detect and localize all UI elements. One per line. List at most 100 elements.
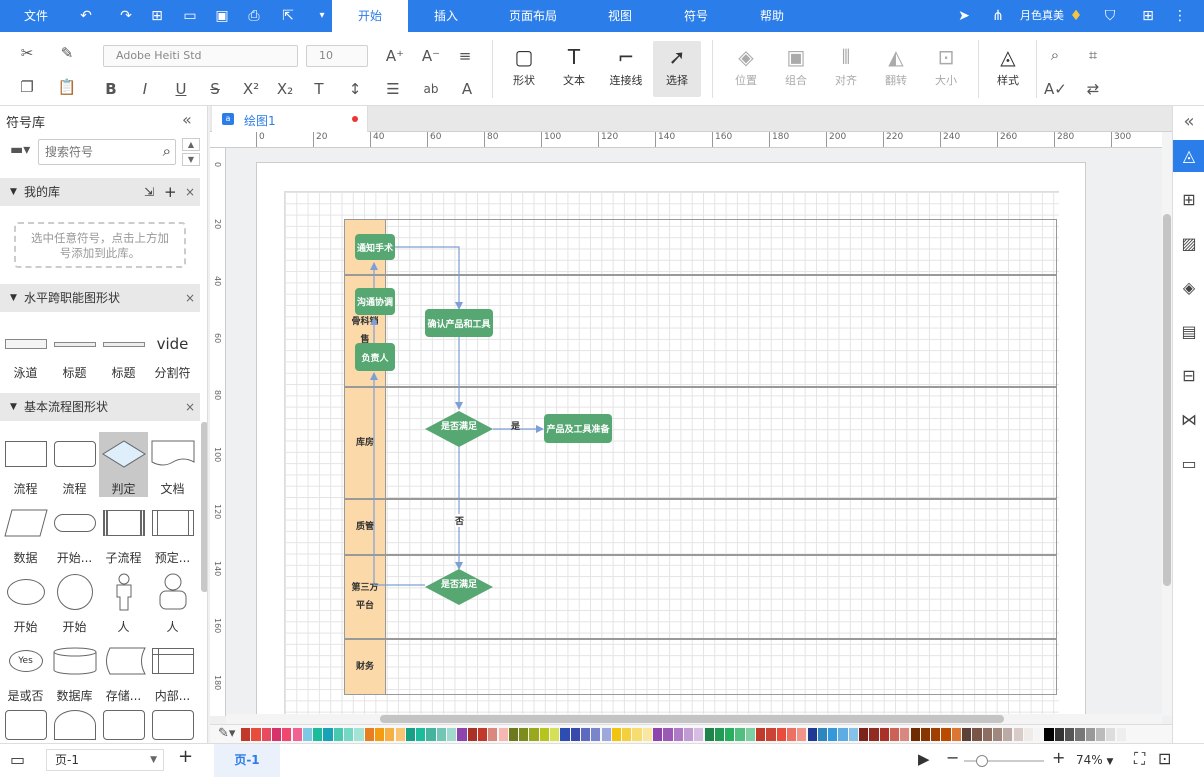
color-swatch[interactable] [786,728,797,741]
color-swatch[interactable] [694,728,704,741]
drawing-page[interactable]: 医院 骨科销售 库房 质管 第三方平台 财务 通知手术 沟通协调 负责人 确认产… [256,162,1086,722]
crop-icon[interactable]: ⌗ [1082,44,1104,66]
color-swatch[interactable] [982,728,992,741]
undo-icon[interactable]: ↶ [76,6,96,26]
color-swatch[interactable] [879,728,889,741]
symbol-search-input[interactable] [39,140,149,164]
scroll-up-button[interactable]: ▲ [182,138,200,151]
shape-start-ellipse[interactable]: 开始 [1,570,50,635]
style-tool[interactable]: ◬ 样式 [988,44,1028,88]
color-swatch[interactable] [508,728,519,741]
fill-style-icon[interactable]: ◬ [1173,140,1204,172]
color-swatch[interactable] [241,728,251,741]
color-swatch[interactable] [395,728,405,741]
close-icon[interactable]: × [185,178,195,206]
shape-circle[interactable] [54,710,96,740]
color-swatch[interactable] [1034,728,1044,741]
shape-process[interactable]: 流程 [1,432,50,497]
node-prepare-products[interactable]: 产品及工具准备 [544,414,612,443]
flip-tool[interactable]: ◭ 翻转 [876,44,916,88]
shape-subprocess[interactable]: 子流程 [99,501,148,566]
connector-tool[interactable]: ⌐ 连接线 [604,44,648,88]
color-swatch[interactable] [457,728,467,741]
shape-person[interactable]: 人 [99,570,148,635]
shape-document[interactable]: 文档 [148,432,197,497]
zoom-slider-track[interactable] [964,755,1044,767]
color-swatch[interactable] [560,728,570,741]
text-align-icon[interactable]: ≡ [454,45,476,67]
horizontal-scrollbar-thumb[interactable] [380,715,1004,723]
fit-page-icon[interactable]: ⛶ [1134,749,1145,769]
fill-pen-icon[interactable]: ✎▾ [218,726,235,741]
color-swatch[interactable] [405,728,416,741]
color-swatch[interactable] [374,728,385,741]
library-menu-icon[interactable]: ▬▾ [10,142,30,158]
presentation-icon[interactable]: ▭ [1173,448,1204,480]
color-swatch[interactable] [1003,728,1013,741]
bullet-list-icon[interactable]: ☰ [382,78,404,100]
color-swatch[interactable] [611,728,622,741]
color-swatch[interactable] [416,728,426,741]
user-name[interactable]: 月色真美 [1016,0,1068,32]
text-style-icon[interactable]: T [308,78,330,100]
color-swatch[interactable] [931,728,941,741]
import-icon[interactable]: ⇲ [144,178,154,206]
shape-stored-data[interactable]: 存储... [99,639,148,704]
color-swatch[interactable] [1075,728,1085,741]
color-swatch[interactable] [570,728,580,741]
color-swatch[interactable] [1085,728,1095,741]
panel-scrollbar[interactable] [201,422,207,592]
color-swatch[interactable] [333,728,343,741]
color-swatch[interactable] [776,728,786,741]
shape-title-2[interactable]: 标题 [99,324,148,381]
shape-decision[interactable]: 判定 [99,432,148,497]
node-coordinate[interactable]: 沟通协调 [355,288,395,315]
color-swatch[interactable] [1023,728,1034,741]
page-view-icon[interactable]: ▭ [10,750,25,769]
color-swatch[interactable] [859,728,869,741]
color-swatch[interactable] [344,728,354,741]
shape-predefined[interactable]: 预定... [148,501,197,566]
image-icon[interactable]: ▨ [1173,228,1204,260]
color-swatch[interactable] [756,728,766,741]
node-responsible[interactable]: 负责人 [355,343,395,371]
color-swatch[interactable] [817,728,828,741]
edge-notify-to-confirm[interactable] [394,246,463,310]
shape-divider[interactable]: vide 分割符 [148,324,197,381]
apps-grid-icon[interactable]: ⊞ [1138,6,1158,26]
send-icon[interactable]: ➤ [954,6,974,26]
font-color-icon[interactable]: A [456,78,478,100]
zoom-level[interactable]: 74% ▼ [1076,753,1113,767]
data-icon[interactable]: ⊟ [1173,360,1204,392]
font-increase-icon[interactable]: A⁺ [384,45,406,67]
tab-page-layout[interactable]: 页面布局 [500,0,566,32]
menu-more-icon[interactable]: ⋮ [1170,6,1190,26]
tab-insert[interactable]: 插入 [418,0,474,32]
search-icon[interactable]: ⌕ [163,142,171,160]
color-swatch[interactable] [1095,728,1106,741]
skin-icon[interactable]: ⛉ [1100,6,1120,26]
color-swatch[interactable] [941,728,951,741]
color-swatch[interactable] [519,728,529,741]
color-swatch[interactable] [992,728,1003,741]
color-swatch[interactable] [467,728,477,741]
zoom-in-icon[interactable]: + [1052,748,1065,767]
color-swatch[interactable] [271,728,282,741]
page-tab-active[interactable]: 页-1 [214,744,280,777]
color-swatch[interactable] [1116,728,1126,741]
color-swatch[interactable] [951,728,961,741]
vertical-scrollbar-thumb[interactable] [1163,214,1171,586]
color-swatch[interactable] [797,728,807,741]
color-swatch[interactable] [807,728,817,741]
export-icon[interactable]: ⇱ [278,6,298,26]
color-swatch[interactable] [447,728,457,741]
zoom-out-icon[interactable]: − [946,748,959,767]
color-swatch[interactable] [539,728,549,741]
color-swatch[interactable] [580,728,591,741]
font-decrease-icon[interactable]: A⁻ [420,45,442,67]
flowchart-section-header[interactable]: ▼ 基本流程图形状 × [0,393,200,421]
color-swatch[interactable] [766,728,776,741]
color-swatch[interactable] [436,728,446,741]
tab-view[interactable]: 视图 [598,0,642,32]
color-swatch[interactable] [683,728,694,741]
